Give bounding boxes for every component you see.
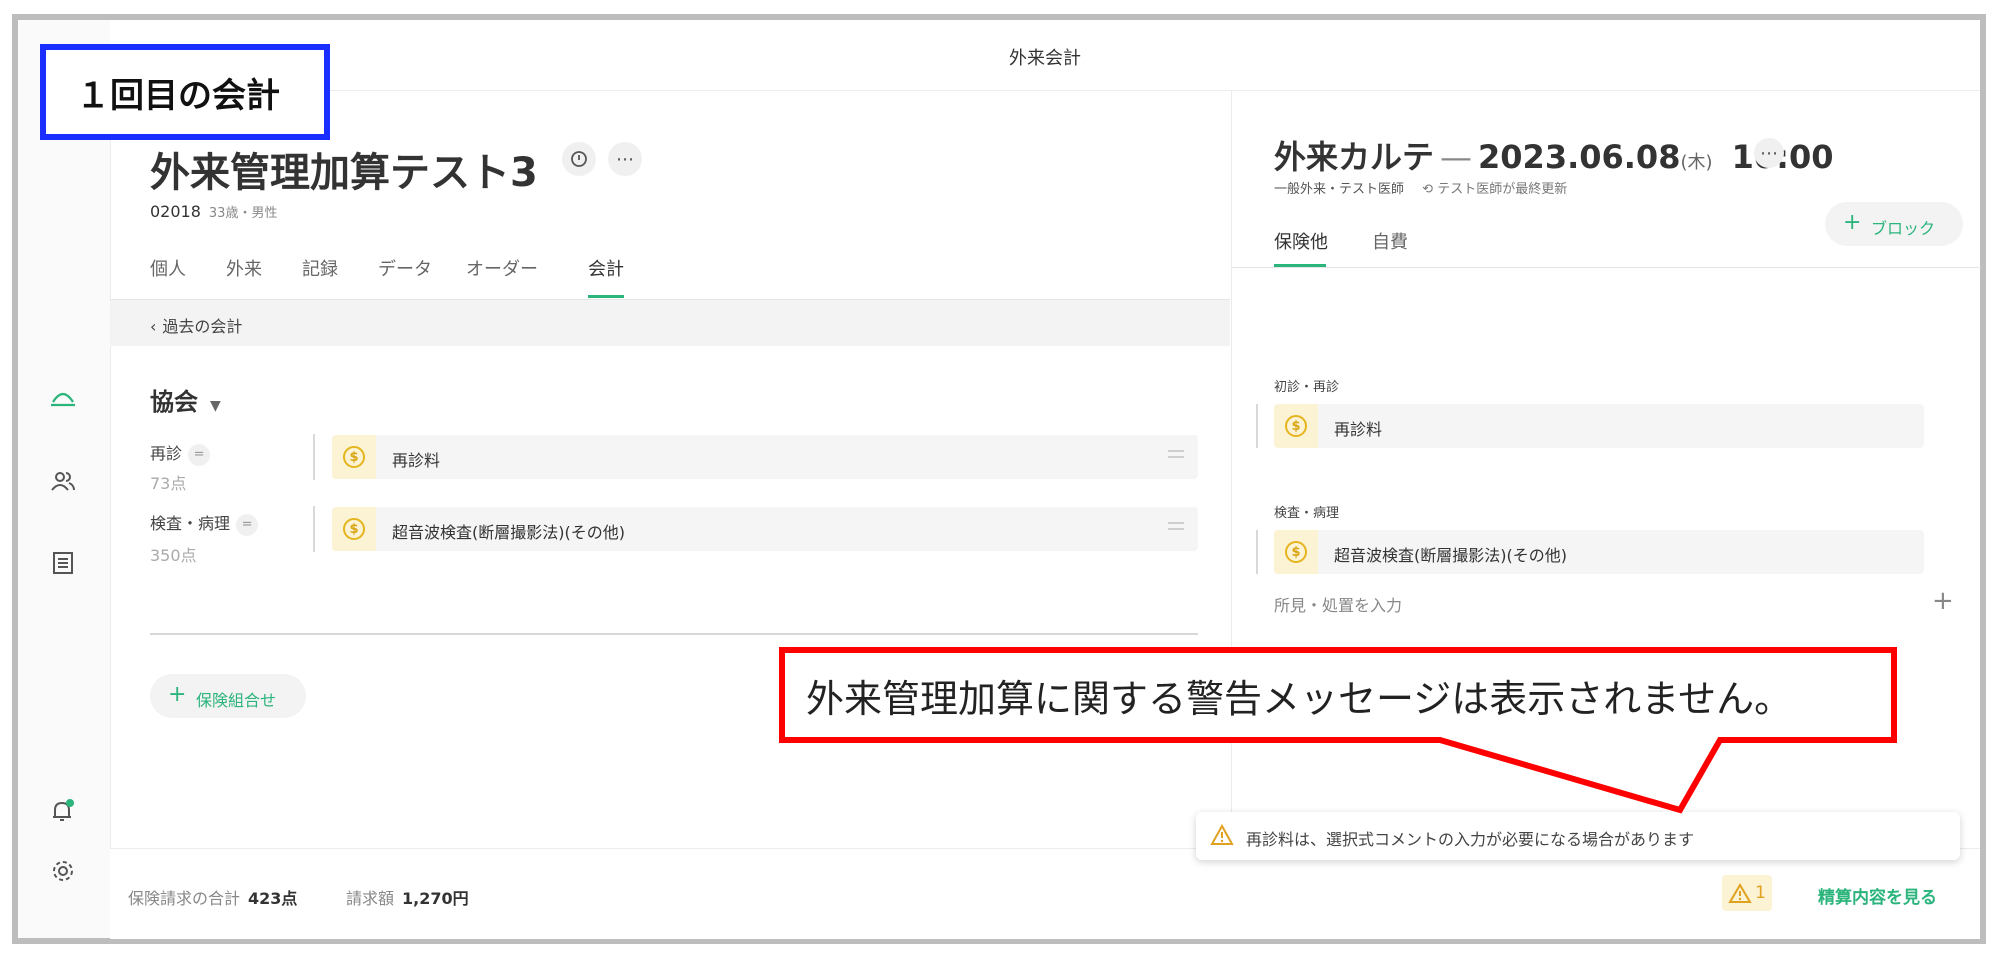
section-line bbox=[1256, 404, 1258, 448]
warning-count-badge[interactable]: 1 bbox=[1722, 875, 1772, 911]
claim-total: 保険請求の合計 423点 bbox=[128, 889, 298, 908]
reception-bell-icon[interactable] bbox=[48, 382, 78, 412]
plus-icon: + bbox=[168, 682, 187, 707]
equal-icon[interactable]: = bbox=[236, 513, 259, 536]
users-icon[interactable] bbox=[48, 466, 78, 496]
more-options-icon[interactable]: ⋯ bbox=[608, 142, 642, 176]
row-divider bbox=[313, 434, 315, 480]
tab-orders[interactable]: オーダー bbox=[466, 255, 538, 281]
view-settlement-link[interactable]: 精算内容を見る bbox=[1818, 883, 1937, 908]
patient-name: 外来管理加算テスト3 bbox=[150, 150, 538, 196]
drag-handle-icon[interactable] bbox=[1168, 450, 1184, 458]
drag-handle-icon[interactable] bbox=[1168, 522, 1184, 530]
chevron-left-icon: ‹ bbox=[150, 317, 157, 336]
notification-bell-icon[interactable] bbox=[48, 796, 78, 826]
row-points: 73点 bbox=[150, 474, 187, 493]
callout-annotation-text: 外来管理加算に関する警告メッセージは表示されません。 bbox=[806, 677, 1793, 721]
past-accounting-link[interactable]: ‹ 過去の会計 bbox=[150, 313, 242, 337]
past-accounting-bar[interactable]: ‹ 過去の会計 bbox=[110, 300, 1230, 346]
karte-item[interactable]: $ 超音波検査(断層撮影法)(その他) bbox=[1274, 530, 1924, 574]
coin-icon: $ bbox=[332, 507, 376, 551]
tab-insurance[interactable]: 保険他 bbox=[1274, 228, 1328, 254]
tab-outpatient[interactable]: 外来 bbox=[226, 255, 262, 281]
plus-icon: + bbox=[1843, 210, 1862, 235]
warning-icon bbox=[1210, 824, 1234, 845]
first-accounting-annotation: １回目の会計 bbox=[40, 44, 330, 140]
tab-personal[interactable]: 個人 bbox=[150, 255, 186, 281]
tab-self-pay[interactable]: 自費 bbox=[1372, 228, 1408, 254]
caret-down-icon: ▼ bbox=[210, 398, 221, 414]
row-points: 350点 bbox=[150, 546, 197, 565]
warning-message: 再診料は、選択式コメントの入力が必要になる場合があります bbox=[1246, 830, 1695, 849]
comment-icon[interactable] bbox=[562, 142, 596, 176]
karte-weekday: (木) bbox=[1680, 152, 1713, 173]
accounting-panel: 外来管理加算テスト3 ⋯ 02018 33歳・男性 個人 外来 記録 データ オー… bbox=[110, 90, 1230, 848]
karte-more-icon[interactable]: ⋯ bbox=[1754, 138, 1784, 168]
tab-accounting[interactable]: 会計 bbox=[588, 255, 624, 281]
patient-id: 02018 bbox=[150, 202, 201, 221]
tab-data[interactable]: データ bbox=[378, 255, 432, 281]
patient-age-sex: 33歳・男性 bbox=[208, 206, 278, 221]
tabs-divider bbox=[1232, 267, 1981, 268]
tab-records[interactable]: 記録 bbox=[302, 255, 338, 281]
warning-icon bbox=[1728, 883, 1752, 903]
karte-item-name: 超音波検査(断層撮影法)(その他) bbox=[1334, 546, 1567, 565]
equal-icon[interactable]: = bbox=[188, 443, 211, 466]
karte-section-title: 検査・病理 bbox=[1274, 506, 1340, 521]
row-divider bbox=[313, 506, 315, 552]
karte-item-name: 再診料 bbox=[1334, 420, 1383, 439]
section-line bbox=[1256, 530, 1258, 574]
karte-panel: 外来カルテ—2023.06.08(木) 10:00 ⋯ 一般外来・テスト医師 ⟲… bbox=[1231, 90, 1981, 848]
section-divider bbox=[150, 633, 1198, 635]
karte-section-title: 初診・再診 bbox=[1274, 380, 1340, 395]
billing-item[interactable]: $ 超音波検査(断層撮影法)(その他) bbox=[332, 507, 1198, 551]
add-finding-icon[interactable]: + bbox=[1932, 586, 1954, 616]
gear-icon[interactable] bbox=[48, 856, 78, 886]
billing-item-name: 再診料 bbox=[392, 451, 441, 470]
karte-item[interactable]: $ 再診料 bbox=[1274, 404, 1924, 448]
findings-input[interactable]: 所見・処置を入力 bbox=[1274, 592, 1402, 616]
topbar: 外来会計 bbox=[110, 20, 1980, 91]
insurer-selector[interactable]: 協会 ▼ bbox=[150, 382, 221, 417]
karte-title: 外来カルテ—2023.06.08(木) 10:00 bbox=[1274, 132, 1834, 178]
karte-date: 2023.06.08 bbox=[1478, 138, 1681, 176]
sidebar bbox=[18, 20, 111, 938]
history-icon: ⟲ bbox=[1422, 182, 1434, 197]
billing-item-name: 超音波検査(断層撮影法)(その他) bbox=[392, 523, 625, 542]
warning-toast: 再診料は、選択式コメントの入力が必要になる場合があります bbox=[1196, 812, 1960, 860]
coin-icon: $ bbox=[332, 435, 376, 479]
karte-meta: 一般外来・テスト医師 ⟲ テスト医師が最終更新 bbox=[1274, 182, 1568, 197]
insurance-combination-button[interactable]: + 保険組合せ bbox=[150, 674, 306, 718]
row-label: 検査・病理 = bbox=[150, 510, 259, 536]
add-block-button[interactable]: + ブロック bbox=[1825, 202, 1963, 246]
billing-item[interactable]: $ 再診料 bbox=[332, 435, 1198, 479]
patient-meta: 02018 33歳・男性 bbox=[150, 202, 277, 221]
list-document-icon[interactable] bbox=[48, 548, 78, 578]
coin-icon: $ bbox=[1274, 404, 1318, 448]
footer-bar: 保険請求の合計 423点 請求額 1,270円 1 精算内容を見る bbox=[110, 848, 1980, 939]
row-label: 再診 = bbox=[150, 440, 211, 466]
coin-icon: $ bbox=[1274, 530, 1318, 574]
page-title: 外来会計 bbox=[1009, 48, 1081, 69]
active-tab-indicator bbox=[588, 295, 624, 298]
bill-amount: 請求額 1,270円 bbox=[346, 889, 469, 908]
